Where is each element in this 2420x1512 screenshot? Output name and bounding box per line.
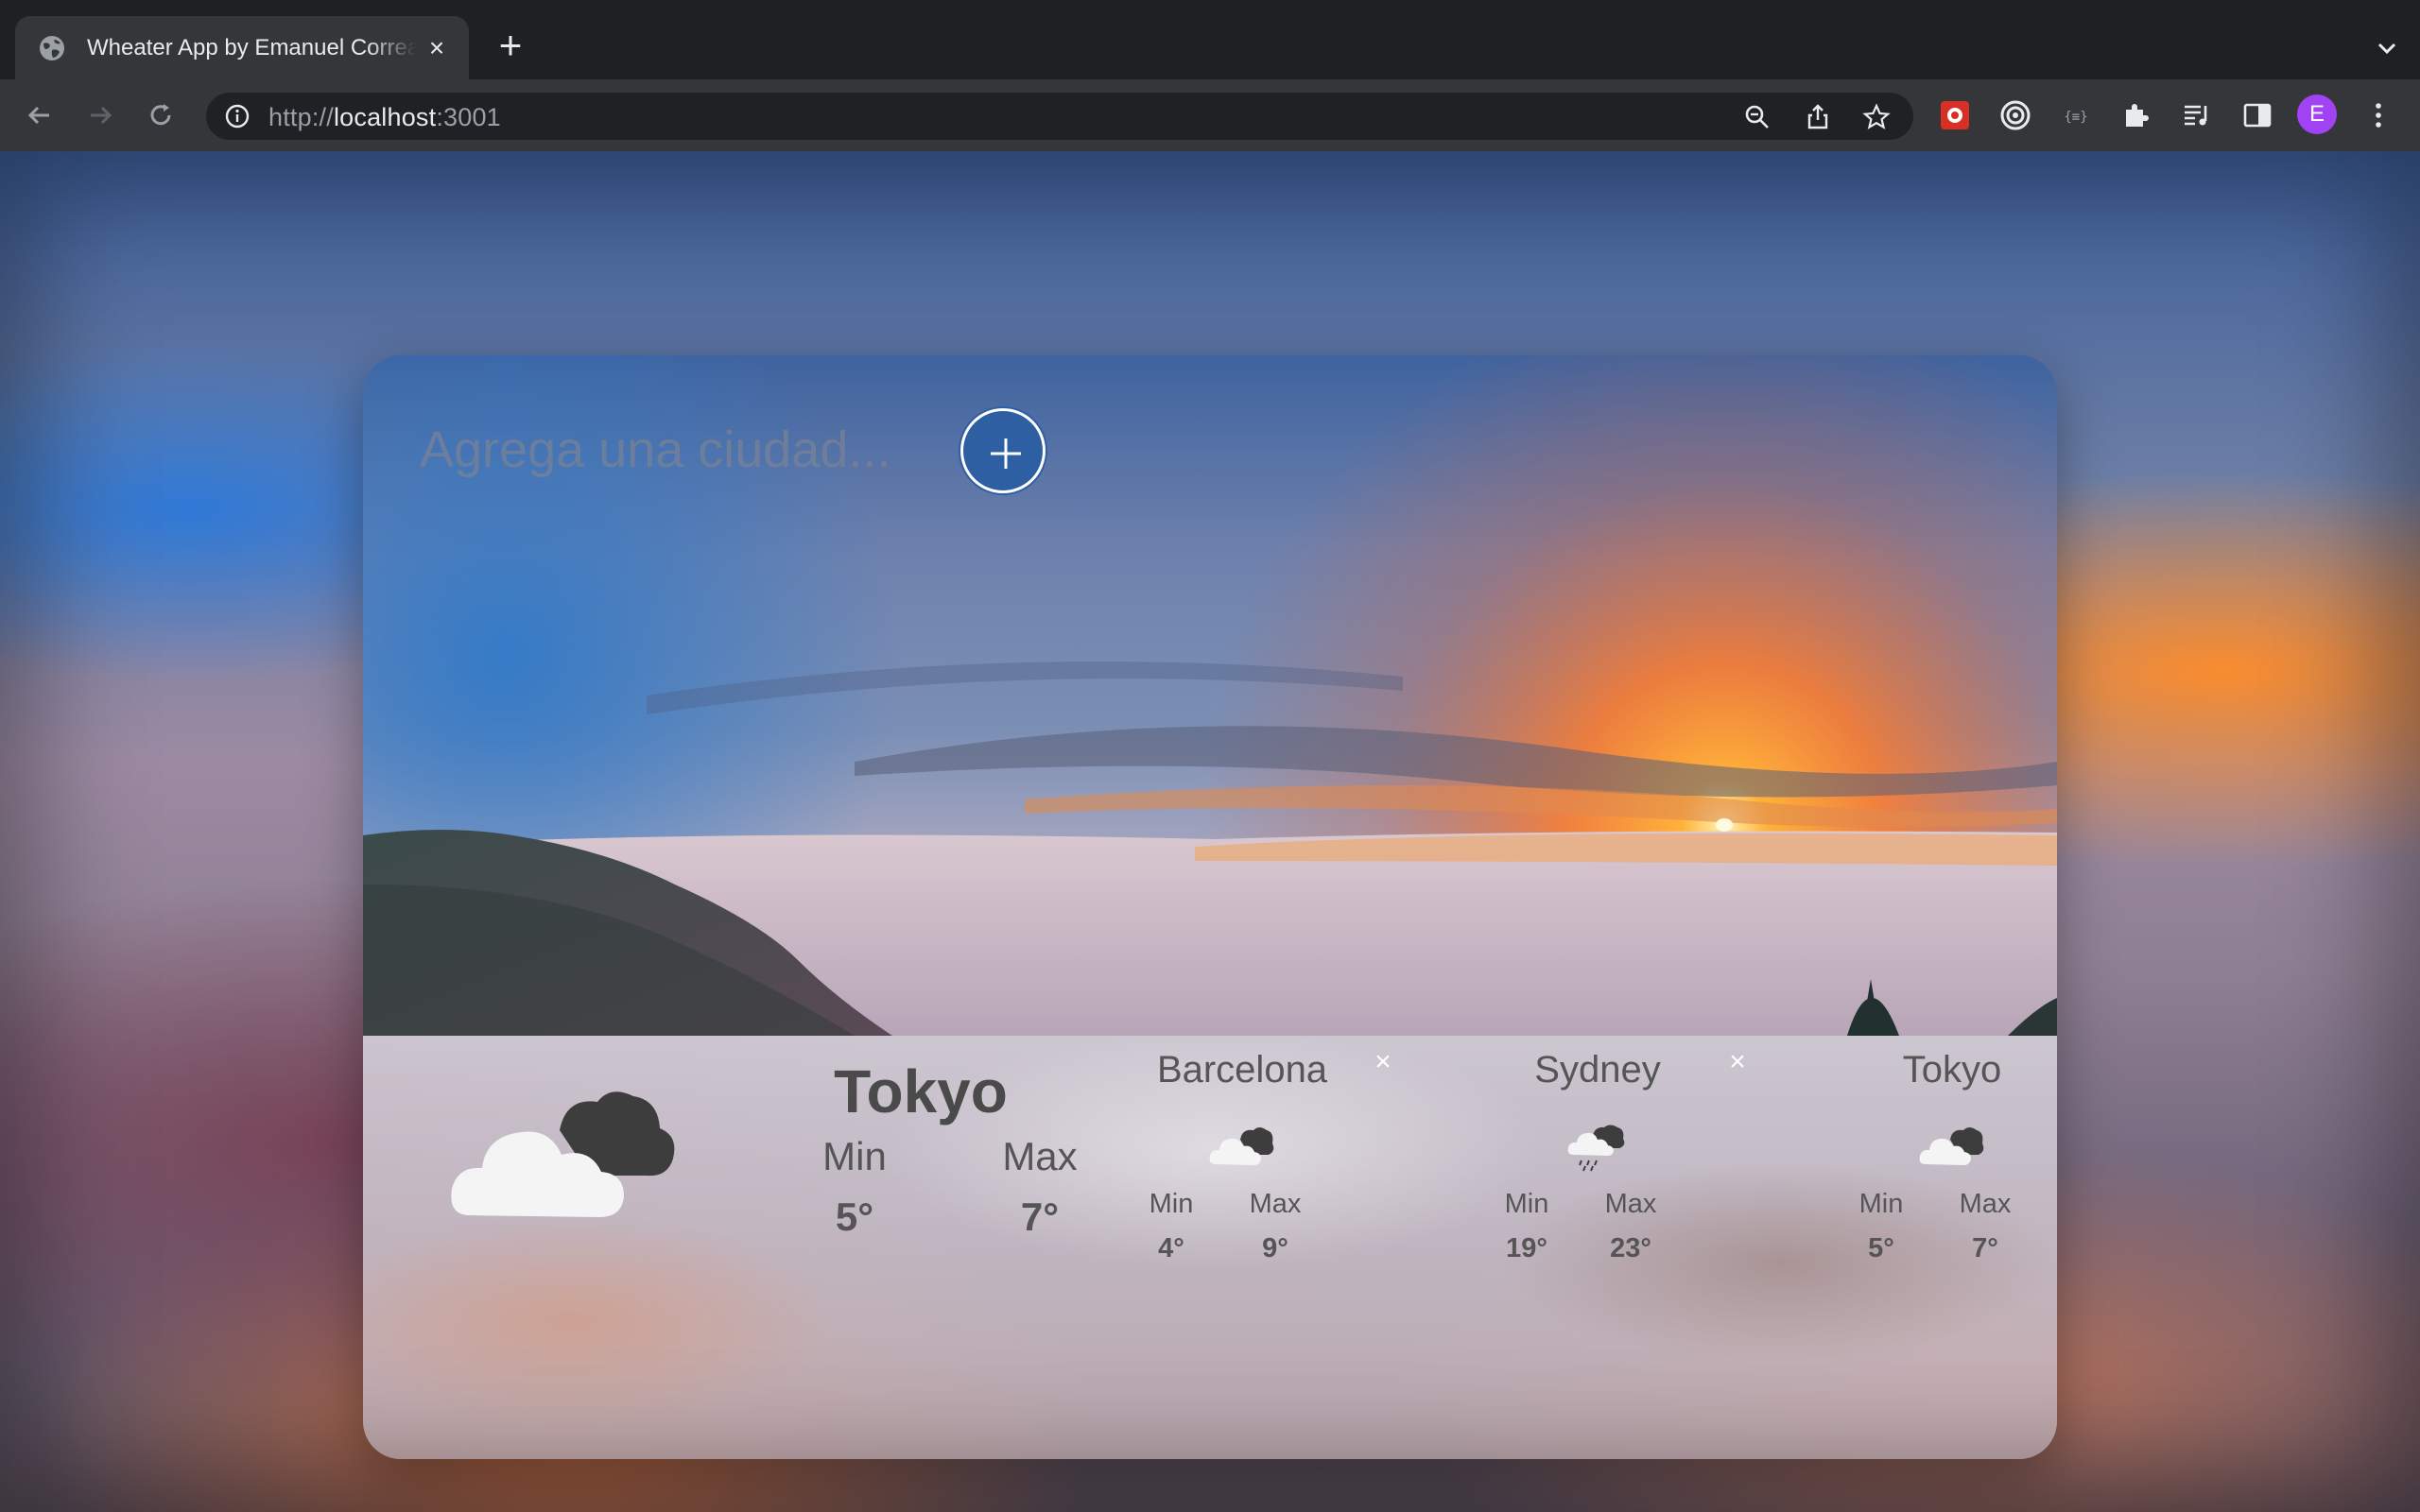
city-card-barcelona[interactable]: Barcelona × Min 4° Max 9° [1129, 1048, 1412, 1295]
city-max: Max 23° [1588, 1189, 1673, 1264]
tab-strip: Wheater App by Emanuel Correa × + [0, 0, 2420, 79]
url-text: http://localhost:3001 [268, 103, 501, 132]
city-card-tokyo[interactable]: Tokyo × Min 5° Max 7° [1839, 1049, 2057, 1295]
max-value: 9° [1262, 1233, 1288, 1263]
city-name: Sydney [1534, 1049, 1661, 1091]
extensions-puzzle-icon[interactable] [2119, 98, 2153, 132]
main-max-value: 7° [1020, 1194, 1060, 1239]
min-label: Min [1858, 1189, 1904, 1219]
tab-search-chevron-icon[interactable] [2373, 34, 2401, 62]
city-card-sydney[interactable]: Sydney × Min 19° Max 23° [1484, 1048, 1768, 1295]
cloudy-night-icon [1919, 1127, 1984, 1165]
min-label: Min [1149, 1189, 1194, 1219]
city-min: Min 19° [1484, 1189, 1569, 1264]
remove-city-close-icon[interactable]: × [1370, 1048, 1396, 1076]
share-icon[interactable] [1804, 103, 1832, 131]
city-max: Max 9° [1233, 1189, 1318, 1264]
max-label: Max [1959, 1189, 2012, 1219]
url-port: :3001 [436, 103, 501, 131]
city-name: Barcelona [1156, 1049, 1328, 1091]
max-value: 7° [1972, 1233, 1998, 1263]
zoom-icon[interactable] [1743, 103, 1772, 131]
max-label: Max [1604, 1189, 1657, 1219]
plus-icon [991, 438, 1021, 469]
forward-arrow-icon[interactable] [83, 98, 117, 132]
max-value: 23° [1610, 1233, 1651, 1263]
main-min-value: 5° [835, 1194, 874, 1239]
site-info-icon[interactable] [225, 104, 250, 129]
extension-red-icon[interactable] [1938, 98, 1972, 132]
back-arrow-icon[interactable] [23, 98, 57, 132]
remove-city-close-icon[interactable]: × [1724, 1048, 1751, 1076]
media-controls-icon[interactable] [2180, 98, 2214, 132]
min-value: 5° [1868, 1233, 1894, 1263]
min-value: 4° [1158, 1233, 1184, 1263]
tab-title: Wheater App by Emanuel Correa [87, 34, 416, 60]
rain-icon [1567, 1125, 1625, 1172]
city-name: Tokyo [1902, 1049, 2002, 1091]
min-label: Min [1504, 1189, 1549, 1219]
cloudy-night-icon [451, 1091, 675, 1217]
page-background: Tokyo Min 5° Max 7° Barcelona × Min 4° [0, 151, 2420, 1512]
cloudy-night-icon [1209, 1127, 1274, 1165]
extension-json-icon[interactable]: {≡} [2059, 98, 2093, 132]
new-tab-icon[interactable]: + [493, 26, 527, 65]
main-min-label: Min [822, 1134, 887, 1178]
globe-icon [40, 35, 64, 60]
svg-text:{≡}: {≡} [2064, 110, 2087, 125]
reload-icon[interactable] [144, 98, 178, 132]
bookmark-star-icon[interactable] [1862, 103, 1891, 131]
browser-tab[interactable]: Wheater App by Emanuel Correa × [15, 16, 469, 79]
profile-avatar[interactable]: E [2297, 94, 2337, 134]
url-scheme: http:// [268, 103, 334, 131]
main-city-name: Tokyo [834, 1057, 1008, 1125]
add-city-button[interactable] [960, 408, 1046, 493]
city-min: Min 5° [1839, 1189, 1924, 1264]
main-min: Min 5° [779, 1134, 930, 1240]
min-value: 19° [1506, 1233, 1547, 1263]
browser-toolbar: http://localhost:3001 {≡} [0, 79, 2420, 151]
browser-menu-icon[interactable] [2361, 98, 2395, 132]
main-max-label: Max [1002, 1134, 1078, 1178]
side-panel-icon[interactable] [2240, 98, 2274, 132]
weather-panel: Tokyo Min 5° Max 7° Barcelona × Min 4° M… [363, 1036, 2057, 1459]
city-max: Max 7° [1943, 1189, 2028, 1264]
max-label: Max [1249, 1189, 1302, 1219]
extension-target-icon[interactable] [1998, 98, 2032, 132]
city-search-input[interactable] [420, 412, 911, 488]
weather-card: Tokyo Min 5° Max 7° Barcelona × Min 4° [363, 355, 2057, 1459]
url-host: localhost [333, 103, 437, 131]
city-min: Min 4° [1129, 1189, 1214, 1264]
address-bar[interactable]: http://localhost:3001 [206, 93, 1913, 140]
main-max: Max 7° [964, 1134, 1115, 1240]
tab-close-icon[interactable]: × [424, 34, 450, 61]
